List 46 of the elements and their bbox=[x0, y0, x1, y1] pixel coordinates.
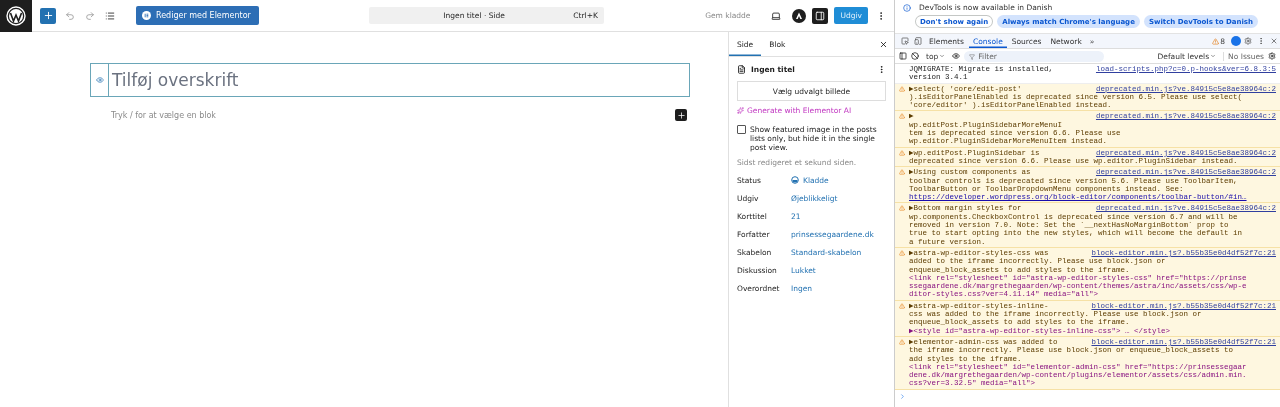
inspect-icon[interactable] bbox=[901, 37, 909, 45]
sparkle-icon bbox=[737, 107, 744, 114]
add-block-button[interactable] bbox=[675, 109, 687, 121]
redo-icon bbox=[85, 10, 95, 21]
close-icon bbox=[879, 39, 888, 49]
warning-icon bbox=[899, 149, 905, 156]
warning-icon bbox=[1212, 37, 1220, 45]
eye-icon[interactable] bbox=[952, 52, 961, 60]
chevron-down-icon bbox=[939, 53, 946, 59]
warning-icon bbox=[899, 113, 905, 120]
warning-icon bbox=[899, 302, 905, 309]
list-icon bbox=[105, 10, 115, 21]
eye-icon[interactable] bbox=[95, 76, 104, 84]
warning-icon bbox=[899, 205, 905, 212]
elementor-button[interactable]: Rediger med Elementor bbox=[136, 6, 259, 25]
close-button[interactable] bbox=[879, 39, 888, 49]
sidebar-icon bbox=[815, 10, 826, 21]
kebab-icon[interactable] bbox=[877, 65, 886, 74]
laptop-icon bbox=[771, 10, 782, 21]
close-icon[interactable] bbox=[1270, 37, 1278, 45]
warning-icon bbox=[899, 338, 905, 345]
wordpress-logo-icon[interactable] bbox=[6, 5, 26, 26]
info-icon bbox=[903, 3, 911, 12]
device-toolbar-icon[interactable] bbox=[914, 37, 922, 45]
settings-icon[interactable] bbox=[1244, 37, 1252, 45]
settings-toggle[interactable] bbox=[812, 7, 829, 24]
status-circle-icon bbox=[791, 176, 799, 184]
chevron-down-icon bbox=[1210, 53, 1217, 59]
sidebar-icon[interactable] bbox=[899, 52, 907, 60]
clear-console-icon[interactable] bbox=[911, 52, 919, 60]
checkbox[interactable] bbox=[737, 125, 746, 134]
badge-icon[interactable] bbox=[1231, 36, 1241, 46]
undo-icon bbox=[65, 10, 75, 21]
warning-icon bbox=[899, 169, 905, 176]
warning-icon bbox=[899, 249, 905, 256]
plus-icon bbox=[42, 10, 54, 21]
elementor-icon bbox=[142, 11, 151, 20]
settings-icon[interactable] bbox=[1268, 52, 1276, 60]
block-hint[interactable]: Tryk / for at vælge en blok bbox=[111, 110, 675, 120]
warning-icon bbox=[899, 85, 905, 92]
astra-icon[interactable] bbox=[792, 8, 807, 23]
add-block-button[interactable] bbox=[40, 7, 56, 24]
filter-icon bbox=[969, 53, 976, 60]
plus-icon bbox=[676, 110, 686, 120]
title-placeholder[interactable]: Tilføj overskrift bbox=[112, 70, 239, 90]
document-icon bbox=[737, 65, 746, 74]
